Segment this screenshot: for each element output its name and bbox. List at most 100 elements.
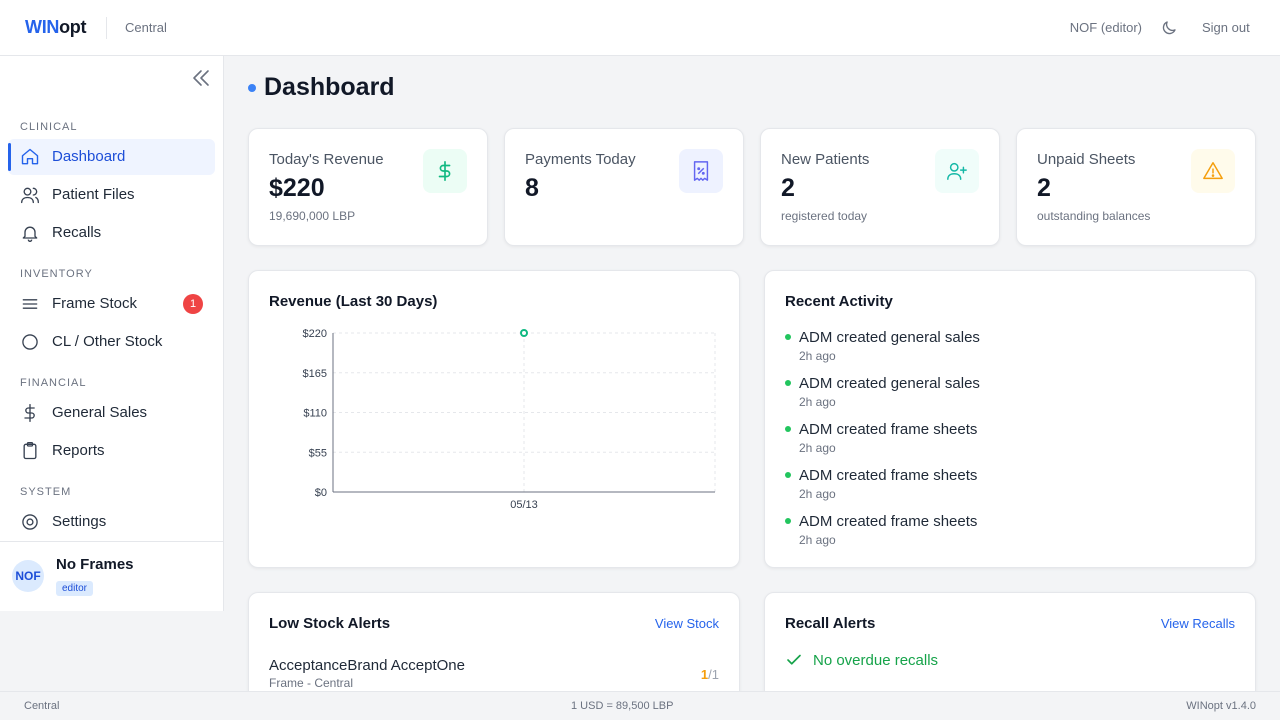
footer: Central 1 USD = 89,500 LBP WINopt v1.4.0 — [0, 691, 1280, 720]
stat-card-payments: Payments Today 8 — [504, 128, 744, 246]
user-role-label: NOF (editor) — [1069, 20, 1142, 35]
footer-version: WINopt v1.4.0 — [1186, 700, 1256, 712]
activity-dot — [785, 380, 791, 386]
y-tick-label: $0 — [315, 487, 327, 499]
stat-label: Payments Today — [525, 151, 636, 168]
branch-label: Central — [125, 20, 167, 35]
sidebar-item-dashboard[interactable]: Dashboard — [8, 139, 215, 175]
view-recalls-link[interactable]: View Recalls — [1161, 616, 1235, 631]
moon-icon[interactable] — [1160, 19, 1178, 37]
sign-out-button[interactable]: Sign out — [1202, 20, 1250, 35]
activity-dot — [785, 518, 791, 524]
card-title: Recent Activity — [785, 293, 893, 310]
clipboard-icon — [23, 442, 37, 460]
collapse-sidebar-icon[interactable] — [191, 69, 211, 87]
receipt-icon — [679, 149, 723, 193]
footer-exchange-rate: 1 USD = 89,500 LBP — [571, 700, 674, 712]
stat-value: 2 — [781, 174, 795, 202]
stat-sub: registered today — [781, 209, 868, 223]
sidebar-item-patient-files[interactable]: Patient Files — [8, 177, 215, 213]
home-icon — [21, 148, 39, 165]
footer-branch: Central — [24, 700, 60, 712]
page-title-dot — [248, 84, 256, 92]
avatar: NOF — [12, 560, 44, 592]
sidebar-item-frame-stock[interactable]: Frame Stock 1 — [8, 286, 215, 322]
data-point — [520, 329, 528, 337]
activity-dot — [785, 426, 791, 432]
top-bar: WINopt Central NOF (editor) Sign out — [0, 0, 1280, 56]
sidebar-item-label: Patient Files — [52, 186, 135, 203]
y-tick-label: $110 — [303, 408, 327, 420]
sidebar-item-label: Reports — [52, 442, 105, 459]
sidebar-item-label: Settings — [52, 513, 107, 530]
section-label-clinical: CLINICAL — [20, 121, 78, 133]
stat-card-new-patients: New Patients 2 registered today — [760, 128, 1000, 246]
activity-time: 2h ago — [799, 487, 836, 501]
activity-text: ADM created frame sheets — [799, 421, 978, 438]
warning-icon — [1191, 149, 1235, 193]
stat-sub: outstanding balances — [1037, 209, 1151, 223]
stock-qty-total: /1 — [708, 667, 719, 682]
stat-value: 2 — [1037, 174, 1051, 202]
activity-dot — [785, 334, 791, 340]
stock-item-meta: Frame - Central — [269, 676, 354, 690]
user-role-badge: editor — [56, 581, 94, 596]
recall-empty-text: No overdue recalls — [813, 651, 939, 669]
section-label-inventory: INVENTORY — [20, 268, 93, 280]
stat-value: 8 — [525, 174, 539, 202]
activity-time: 2h ago — [799, 441, 836, 455]
bell-icon — [22, 226, 38, 242]
check-icon — [787, 654, 801, 665]
dollar-icon — [423, 149, 467, 193]
revenue-chart: $0 $55 $110 $165 $220 05/13 — [303, 328, 716, 511]
view-stock-link[interactable]: View Stock — [655, 616, 719, 631]
user-name: No Frames — [56, 556, 134, 573]
stat-value: $220 — [269, 174, 325, 202]
stock-item-name[interactable]: AcceptanceBrand AcceptOne — [269, 657, 465, 674]
activity-time: 2h ago — [799, 533, 836, 547]
dollar-icon — [24, 404, 35, 422]
sidebar-item-reports[interactable]: Reports — [8, 433, 215, 469]
y-tick-label: $55 — [309, 447, 327, 459]
stat-label: Unpaid Sheets — [1037, 151, 1136, 168]
x-tick-label: 05/13 — [510, 499, 538, 511]
sidebar-item-cl-other-stock[interactable]: CL / Other Stock — [8, 324, 215, 360]
stat-label: New Patients — [781, 151, 870, 168]
sidebar-item-recalls[interactable]: Recalls — [8, 215, 215, 251]
section-label-system: SYSTEM — [20, 486, 72, 498]
y-tick-label: $165 — [303, 368, 327, 380]
app-logo[interactable]: WINopt — [25, 17, 86, 38]
sidebar-item-label: General Sales — [52, 404, 148, 421]
circle-icon — [22, 334, 38, 350]
user-card[interactable]: NOF No Frames editor — [0, 541, 223, 611]
user-plus-icon — [935, 149, 979, 193]
frame-stock-badge: 1 — [183, 294, 203, 314]
activity-text: ADM created frame sheets — [799, 467, 978, 484]
sidebar: CLINICAL Dashboard Patient Files Recalls… — [0, 56, 224, 611]
y-tick-label: $220 — [303, 328, 327, 340]
brand-part-1: WIN — [25, 17, 60, 37]
card-title: Low Stock Alerts — [269, 615, 391, 632]
activity-text: ADM created general sales — [799, 329, 980, 346]
activity-dot — [785, 472, 791, 478]
sidebar-item-settings[interactable]: Settings — [8, 504, 215, 540]
activity-time: 2h ago — [799, 349, 836, 363]
sidebar-item-label: CL / Other Stock — [52, 333, 163, 350]
sidebar-item-general-sales[interactable]: General Sales — [8, 395, 215, 431]
revenue-chart-card: Revenue (Last 30 Days) $0 $55 $110 $165 $220… — [248, 270, 740, 568]
stock-item-qty: 1/1 — [701, 667, 719, 682]
stat-card-revenue: Today's Revenue $220 19,690,000 LBP — [248, 128, 488, 246]
menu-lines-icon — [22, 299, 38, 309]
sidebar-item-label: Frame Stock — [52, 295, 138, 312]
stat-card-unpaid-sheets: Unpaid Sheets 2 outstanding balances — [1016, 128, 1256, 246]
section-label-financial: FINANCIAL — [20, 377, 87, 389]
settings-icon — [22, 514, 38, 530]
sidebar-item-label: Recalls — [52, 224, 102, 241]
recall-empty-state: No overdue recalls — [785, 651, 938, 669]
recent-activity-card: Recent Activity ADM created general sale… — [764, 270, 1256, 568]
sidebar-item-label: Dashboard — [52, 148, 126, 165]
activity-text: ADM created frame sheets — [799, 513, 978, 530]
page-title: Dashboard — [264, 73, 395, 101]
card-title: Recall Alerts — [785, 615, 876, 632]
users-icon — [21, 187, 39, 204]
